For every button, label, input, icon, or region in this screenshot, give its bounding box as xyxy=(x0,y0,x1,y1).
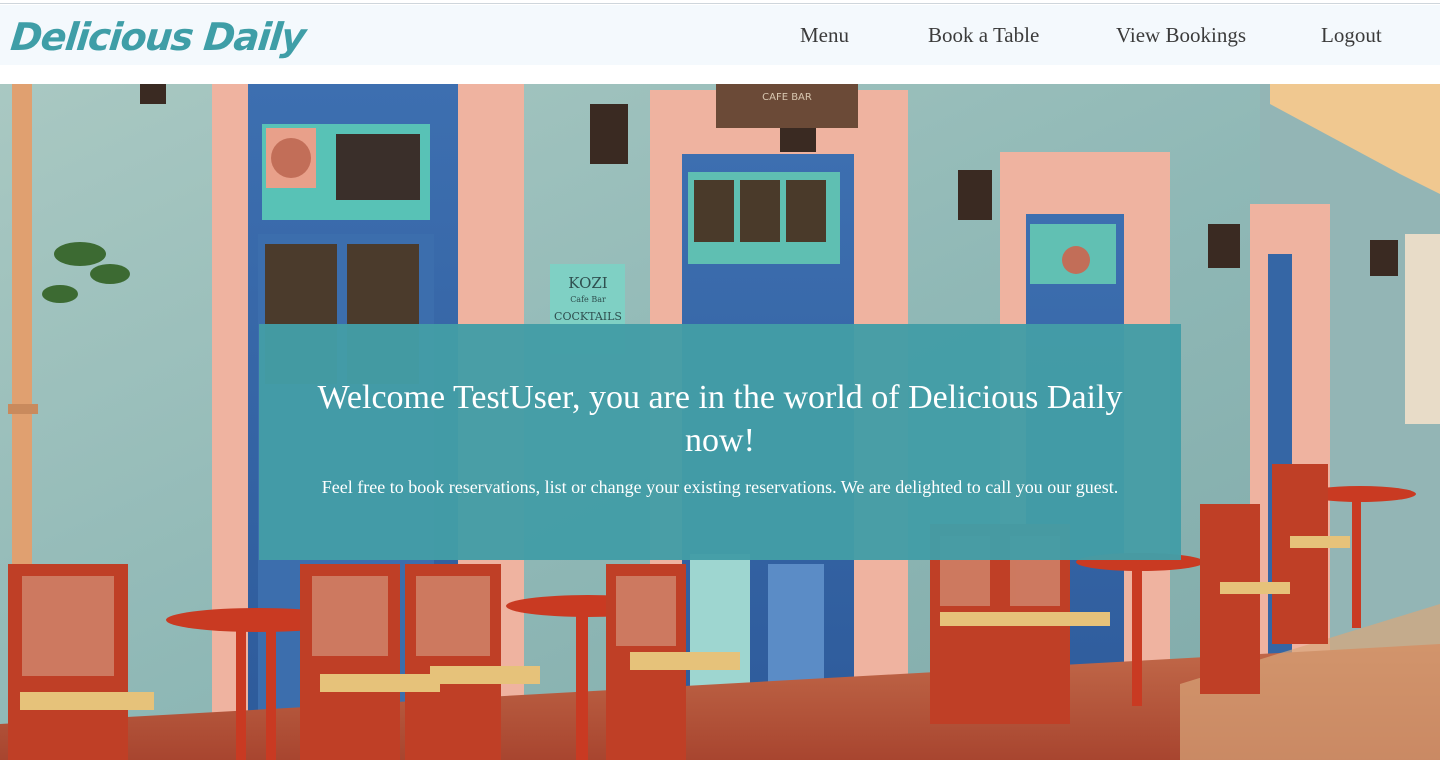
nav-view-bookings-link[interactable]: View Bookings xyxy=(1116,21,1246,49)
nav-logout-link[interactable]: Logout xyxy=(1321,21,1382,49)
hero-section: CAFE BAR KOZI Cafe Bar COCKTAILS Welcome… xyxy=(0,84,1440,760)
top-border xyxy=(0,0,1440,4)
welcome-title: Welcome TestUser, you are in the world o… xyxy=(317,379,1123,459)
kozi-sign-sub: Cafe Bar xyxy=(570,295,606,304)
cocktails-sign: COCKTAILS xyxy=(554,310,622,323)
brand-logo[interactable]: Delicious Daily xyxy=(8,11,307,63)
welcome-message: Feel free to book reservations, list or … xyxy=(321,477,1119,497)
navbar: Delicious Daily Menu Book a Table View B… xyxy=(0,5,1440,65)
kozi-sign: KOZI xyxy=(568,274,608,292)
nav-book-table-link[interactable]: Book a Table xyxy=(928,21,1039,49)
welcome-panel: Welcome TestUser, you are in the world o… xyxy=(259,324,1181,560)
nav-menu-link[interactable]: Menu xyxy=(800,21,849,49)
cafe-bar-sign: CAFE BAR xyxy=(762,92,812,103)
